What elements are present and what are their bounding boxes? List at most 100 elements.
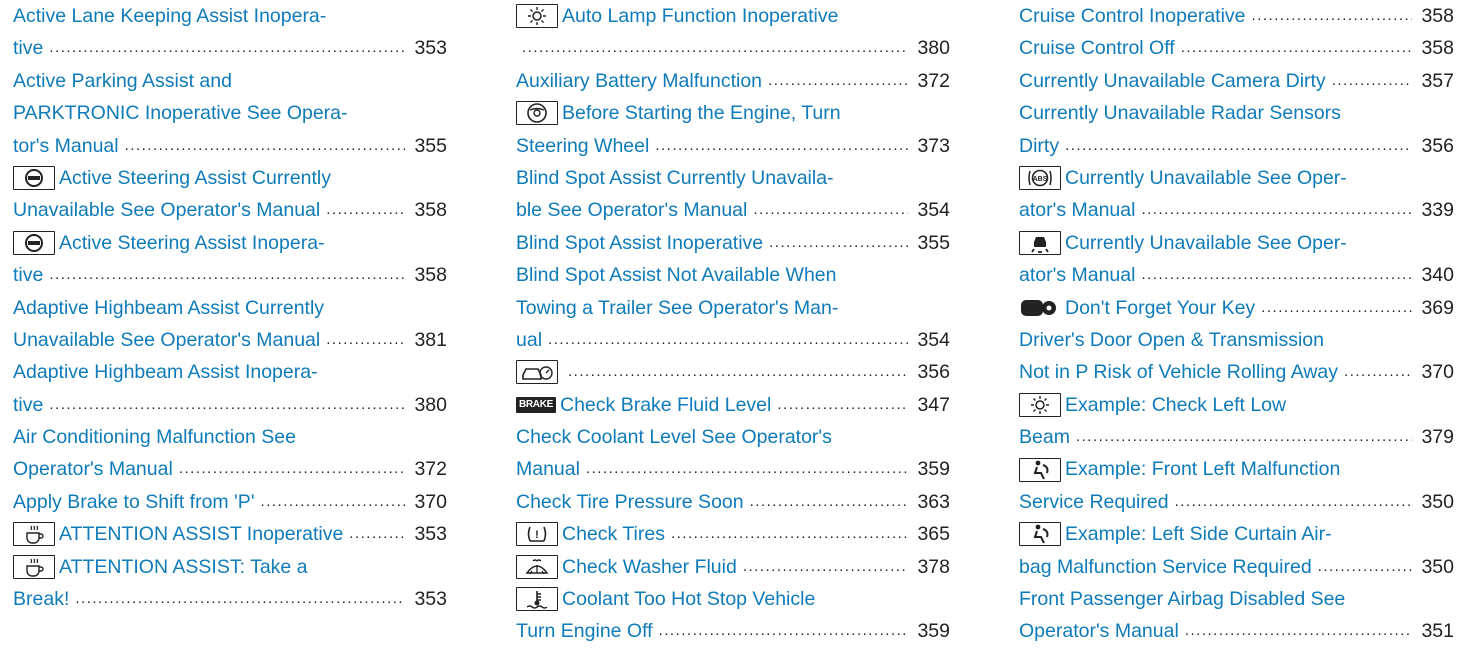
- entry-text[interactable]: Check Washer Fluid: [562, 551, 737, 583]
- index-entry[interactable]: Currently Unavailable See Oper-ator's Ma…: [1019, 227, 1454, 292]
- entry-text[interactable]: bag Malfunction Service Required: [1019, 551, 1312, 583]
- entry-text[interactable]: Example: Check Left Low: [1065, 389, 1286, 421]
- index-entry[interactable]: Active Parking Assist and PARKTRONIC Inop…: [13, 65, 447, 162]
- entry-text[interactable]: ATTENTION ASSIST: Take a: [59, 551, 308, 583]
- entry-text[interactable]: Auxiliary Battery Malfunction: [516, 65, 762, 97]
- index-entry[interactable]: Apply Brake to Shift from 'P' 370: [13, 486, 447, 518]
- entry-text[interactable]: tive: [13, 259, 43, 291]
- entry-text[interactable]: ator's Manual: [1019, 194, 1135, 226]
- page-number[interactable]: 350: [1418, 551, 1454, 583]
- page-number[interactable]: 372: [411, 453, 447, 485]
- page-number[interactable]: 373: [914, 130, 950, 162]
- entry-text[interactable]: ATTENTION ASSIST Inoperative: [59, 518, 343, 550]
- entry-text[interactable]: Steering Wheel: [516, 130, 649, 162]
- page-number[interactable]: 359: [914, 453, 950, 485]
- page-number[interactable]: 380: [411, 389, 447, 421]
- entry-text[interactable]: Check Tire Pressure Soon: [516, 486, 744, 518]
- entry-text[interactable]: PARKTRONIC Inoperative See Opera-: [13, 97, 348, 129]
- index-entry[interactable]: Example: Left Side Curtain Air-bag Malfu…: [1019, 518, 1454, 583]
- page-number[interactable]: 358: [411, 259, 447, 291]
- entry-text[interactable]: Check Tires: [562, 518, 665, 550]
- entry-text[interactable]: Unavailable See Operator's Manual: [13, 194, 320, 226]
- entry-text[interactable]: Apply Brake to Shift from 'P': [13, 486, 255, 518]
- index-entry[interactable]: Check Tire Pressure Soon 363: [516, 486, 950, 518]
- page-number[interactable]: 339: [1418, 194, 1454, 226]
- entry-text[interactable]: Adaptive Highbeam Assist Inopera-: [13, 356, 318, 388]
- page-number[interactable]: 379: [1418, 421, 1454, 453]
- page-number[interactable]: 353: [411, 518, 447, 550]
- entry-text[interactable]: Blind Spot Assist Currently Unavaila-: [516, 162, 834, 194]
- entry-text[interactable]: Currently Unavailable Camera Dirty: [1019, 65, 1326, 97]
- page-number[interactable]: 356: [1418, 130, 1454, 162]
- index-entry[interactable]: Currently Unavailable Radar Sensors Dirty…: [1019, 97, 1454, 162]
- page-number[interactable]: 353: [411, 583, 447, 615]
- page-number[interactable]: 381: [411, 324, 447, 356]
- entry-text[interactable]: tive: [13, 32, 43, 64]
- index-entry[interactable]: Cruise Control Inoperative 358: [1019, 0, 1454, 32]
- entry-text[interactable]: Service Required: [1019, 486, 1169, 518]
- entry-text[interactable]: Active Lane Keeping Assist Inopera-: [13, 0, 326, 32]
- entry-text[interactable]: Operator's Manual: [1019, 615, 1179, 647]
- page-number[interactable]: 357: [1418, 65, 1454, 97]
- entry-text[interactable]: Coolant Too Hot Stop Vehicle: [562, 583, 815, 615]
- index-entry[interactable]: 356: [516, 356, 950, 388]
- entry-text[interactable]: Active Steering Assist Currently: [59, 162, 331, 194]
- page-number[interactable]: 347: [914, 389, 950, 421]
- entry-text[interactable]: Dirty: [1019, 130, 1059, 162]
- index-entry[interactable]: Example: Check Left LowBeam 379: [1019, 389, 1454, 454]
- entry-text[interactable]: Auto Lamp Function Inoperative: [562, 0, 838, 32]
- entry-text[interactable]: Operator's Manual: [13, 453, 173, 485]
- index-entry[interactable]: Adaptive Highbeam Assist Currently Unavai…: [13, 292, 447, 357]
- entry-text[interactable]: Break!: [13, 583, 69, 615]
- entry-text[interactable]: Turn Engine Off: [516, 615, 653, 647]
- index-entry[interactable]: Active Steering Assist Currently Unavaila…: [13, 162, 447, 227]
- entry-text[interactable]: Currently Unavailable See Oper-: [1065, 162, 1347, 194]
- entry-text[interactable]: Currently Unavailable Radar Sensors: [1019, 97, 1341, 129]
- index-entry[interactable]: BRAKECheck Brake Fluid Level 347: [516, 389, 950, 421]
- index-entry[interactable]: Adaptive Highbeam Assist Inopera-tive 380: [13, 356, 447, 421]
- index-entry[interactable]: Blind Spot Assist Inoperative 355: [516, 227, 950, 259]
- index-entry[interactable]: Currently Unavailable Camera Dirty 357: [1019, 65, 1454, 97]
- index-entry[interactable]: Active Lane Keeping Assist Inopera-tive 3…: [13, 0, 447, 65]
- index-entry[interactable]: Check Washer Fluid 378: [516, 551, 950, 583]
- entry-text[interactable]: Don't Forget Your Key: [1065, 292, 1255, 324]
- page-number[interactable]: 358: [1418, 0, 1454, 32]
- page-number[interactable]: 359: [914, 615, 950, 647]
- index-entry[interactable]: ATTENTION ASSIST: Take aBreak! 353: [13, 551, 447, 616]
- entry-text[interactable]: Driver's Door Open & Transmission: [1019, 324, 1324, 356]
- page-number[interactable]: 355: [411, 130, 447, 162]
- entry-text[interactable]: Example: Front Left Malfunction: [1065, 453, 1340, 485]
- index-entry[interactable]: Blind Spot Assist Not Available When Towi…: [516, 259, 950, 356]
- entry-text[interactable]: Adaptive Highbeam Assist Currently: [13, 292, 324, 324]
- index-entry[interactable]: Coolant Too Hot Stop Vehicle Turn Engine …: [516, 583, 950, 648]
- entry-text[interactable]: Blind Spot Assist Not Available When: [516, 259, 836, 291]
- entry-text[interactable]: Not in P Risk of Vehicle Rolling Away: [1019, 356, 1338, 388]
- page-number[interactable]: 358: [411, 194, 447, 226]
- entry-text[interactable]: Manual: [516, 453, 580, 485]
- index-entry[interactable]: Auxiliary Battery Malfunction 372: [516, 65, 950, 97]
- entry-text[interactable]: Check Coolant Level See Operator's: [516, 421, 832, 453]
- page-number[interactable]: 355: [914, 227, 950, 259]
- page-number[interactable]: 354: [914, 324, 950, 356]
- index-entry[interactable]: ATTENTION ASSIST Inoperative 353: [13, 518, 447, 550]
- page-number[interactable]: 350: [1418, 486, 1454, 518]
- index-entry[interactable]: Cruise Control Off 358: [1019, 32, 1454, 64]
- index-entry[interactable]: Air Conditioning Malfunction See Operator…: [13, 421, 447, 486]
- entry-text[interactable]: Beam: [1019, 421, 1070, 453]
- page-number[interactable]: 354: [914, 194, 950, 226]
- page-number[interactable]: 340: [1418, 259, 1454, 291]
- entry-text[interactable]: ual: [516, 324, 542, 356]
- entry-text[interactable]: Unavailable See Operator's Manual: [13, 324, 320, 356]
- page-number[interactable]: 370: [411, 486, 447, 518]
- page-number[interactable]: 356: [914, 356, 950, 388]
- entry-text[interactable]: tive: [13, 389, 43, 421]
- entry-text[interactable]: Blind Spot Assist Inoperative: [516, 227, 763, 259]
- entry-text[interactable]: Air Conditioning Malfunction See: [13, 421, 296, 453]
- entry-text[interactable]: Active Steering Assist Inopera-: [59, 227, 325, 259]
- page-number[interactable]: 372: [914, 65, 950, 97]
- page-number[interactable]: 380: [914, 32, 950, 64]
- index-entry[interactable]: ! Check Tires 365: [516, 518, 950, 550]
- entry-text[interactable]: Example: Left Side Curtain Air-: [1065, 518, 1332, 550]
- page-number[interactable]: 358: [1418, 32, 1454, 64]
- entry-text[interactable]: Currently Unavailable See Oper-: [1065, 227, 1347, 259]
